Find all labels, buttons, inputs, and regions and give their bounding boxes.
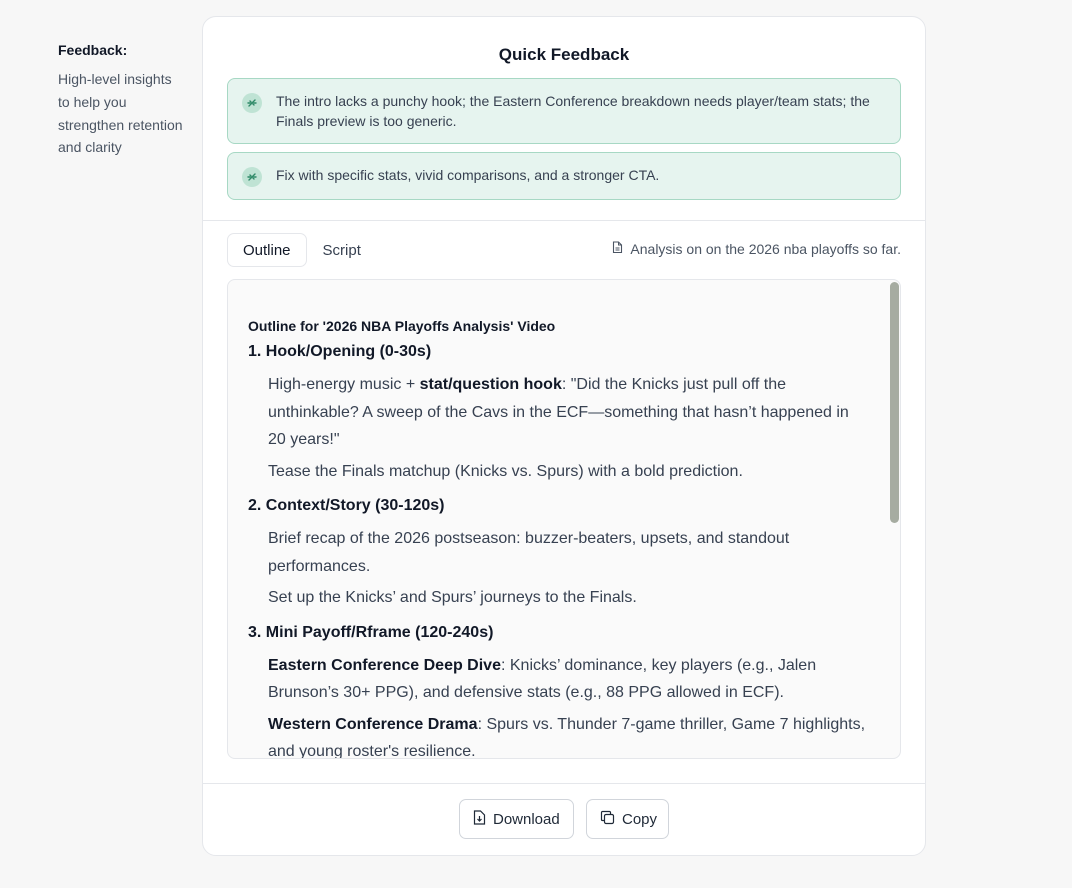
outline-paragraph: Tease the Finals matchup (Knicks vs. Spu…	[268, 462, 743, 480]
feedback-item: The intro lacks a punchy hook; the Easte…	[227, 78, 901, 144]
download-label: Download	[493, 810, 560, 828]
outline-paragraph: Brief recap of the 2026 postseason: buzz…	[268, 530, 790, 575]
feedback-text: The intro lacks a punchy hook; the Easte…	[276, 93, 870, 129]
scrollbar-thumb[interactable]	[890, 282, 899, 523]
outline-title: Outline for '2026 NBA Playoffs Analysis'…	[248, 318, 556, 334]
divider	[203, 783, 925, 784]
document-label: Analysis on on the 2026 nba playoffs so …	[612, 241, 901, 257]
section-heading: 1. Hook/Opening (0-30s)	[248, 343, 432, 360]
tab-script[interactable]: Script	[307, 233, 377, 267]
document-label-text: Analysis on on the 2026 nba playoffs so …	[630, 241, 901, 257]
sidebar-description: High-level insights to help you strength…	[58, 71, 183, 156]
copy-label: Copy	[622, 810, 658, 828]
feedback-text: Fix with specific stats, vivid compariso…	[276, 167, 660, 183]
outline-paragraph: Eastern Conference Deep Dive: Knicks’ do…	[268, 656, 817, 702]
download-button[interactable]: Download	[459, 799, 574, 839]
section-heading: 2. Context/Story (30-120s)	[248, 497, 445, 514]
sidebar: Feedback: High-level insights to help yo…	[58, 42, 183, 159]
document-icon	[612, 241, 630, 257]
sparkle-icon	[242, 93, 262, 113]
outline-content: Outline for '2026 NBA Playoffs Analysis'…	[248, 318, 868, 759]
sparkle-icon	[242, 167, 262, 187]
outline-panel[interactable]: Outline for '2026 NBA Playoffs Analysis'…	[227, 279, 901, 759]
scrollbar[interactable]	[888, 280, 900, 758]
feedback-item: Fix with specific stats, vivid compariso…	[227, 152, 901, 200]
outline-paragraph: Western Conference Drama: Spurs vs. Thun…	[268, 715, 866, 759]
card-title: Quick Feedback	[498, 45, 630, 64]
sidebar-title: Feedback:	[58, 42, 128, 58]
copy-icon	[600, 810, 622, 829]
section-heading: 3. Mini Payoff/Rframe (120-240s)	[248, 623, 494, 641]
feedback-card: Quick Feedback The intro lacks a punchy …	[202, 16, 926, 856]
download-file-icon	[473, 809, 493, 829]
tab-outline[interactable]: Outline	[227, 233, 307, 267]
copy-button[interactable]: Copy	[586, 799, 669, 839]
outline-paragraph: High-energy music + stat/question hook: …	[268, 376, 849, 448]
tab-bar: Outline Script	[227, 233, 377, 267]
divider	[203, 220, 925, 221]
outline-paragraph: Set up the Knicks’ and Spurs’ journeys t…	[268, 589, 637, 606]
